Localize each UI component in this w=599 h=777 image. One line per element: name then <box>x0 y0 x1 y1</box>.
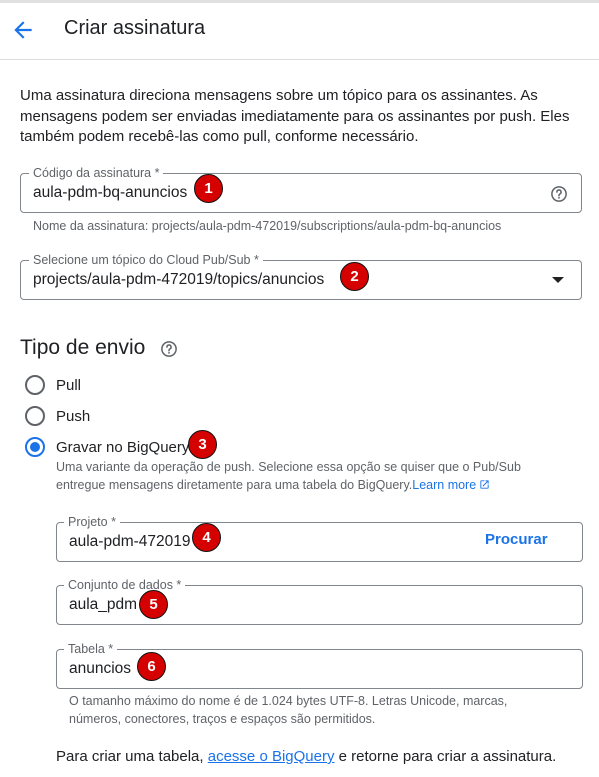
top-border <box>0 0 599 3</box>
page-title: Criar assinatura <box>64 17 206 39</box>
table-label: Tabela * <box>64 642 118 656</box>
open-in-new-icon[interactable] <box>479 479 490 490</box>
annotation-badge-6: 6 <box>137 652 166 681</box>
intro-text: Uma assinatura direciona mensagens sobre… <box>20 87 570 145</box>
subscription-id-helper: Nome da assinatura: projects/aula-pdm-47… <box>33 219 502 233</box>
project-value: aula-pdm-472019 <box>69 533 191 550</box>
header-divider <box>0 59 599 60</box>
create-table-note-before: Para criar uma tabela, <box>56 748 208 765</box>
annotation-badge-4: 4 <box>192 523 221 552</box>
topic-select-label: Selecione um tópico do Cloud Pub/Sub * <box>29 253 263 267</box>
radio-pull[interactable] <box>25 375 45 395</box>
annotation-badge-2: 2 <box>340 262 369 291</box>
table-field[interactable] <box>56 649 583 689</box>
annotation-badge-5: 5 <box>139 590 168 619</box>
delivery-type-title: Tipo de envio <box>20 336 146 359</box>
dataset-label: Conjunto de dados * <box>64 578 186 592</box>
dataset-value: aula_pdm <box>69 596 138 613</box>
table-helper-line-2: números, conectores, traços e espaços sã… <box>69 712 376 726</box>
table-value: anuncios <box>69 660 132 677</box>
project-label: Projeto * <box>64 515 120 529</box>
create-table-note-after: e retorne para criar a assinatura. <box>334 748 557 765</box>
subscription-id-value: aula-pdm-bq-anuncios <box>33 184 188 201</box>
radio-bigquery-label[interactable]: Gravar no BigQuery <box>56 439 189 456</box>
subscription-id-label: Código da assinatura * <box>29 166 164 180</box>
learn-more-link[interactable]: Learn more <box>412 478 476 492</box>
annotation-badge-3: 3 <box>188 430 217 459</box>
table-helper-line-1: O tamanho máximo do nome é de 1.024 byte… <box>69 694 508 708</box>
annotation-badge-1: 1 <box>194 174 223 203</box>
radio-push-label[interactable]: Push <box>56 408 90 425</box>
radio-push[interactable] <box>25 406 45 426</box>
create-table-note: Para criar uma tabela, acesse o BigQuery… <box>56 748 556 765</box>
radio-bigquery[interactable] <box>25 437 45 457</box>
bigquery-description: Uma variante da operação de push. Seleci… <box>56 458 566 494</box>
help-circle-icon[interactable] <box>550 185 568 203</box>
radio-pull-label[interactable]: Pull <box>56 377 81 394</box>
open-bigquery-link[interactable]: acesse o BigQuery <box>208 748 335 765</box>
dropdown-arrow-icon[interactable] <box>552 277 564 283</box>
help-circle-icon[interactable] <box>160 340 178 358</box>
topic-select-value: projects/aula-pdm-472019/topics/anuncios <box>33 271 325 288</box>
arrow-back-icon[interactable] <box>10 17 36 43</box>
browse-button[interactable]: Procurar <box>485 531 548 548</box>
